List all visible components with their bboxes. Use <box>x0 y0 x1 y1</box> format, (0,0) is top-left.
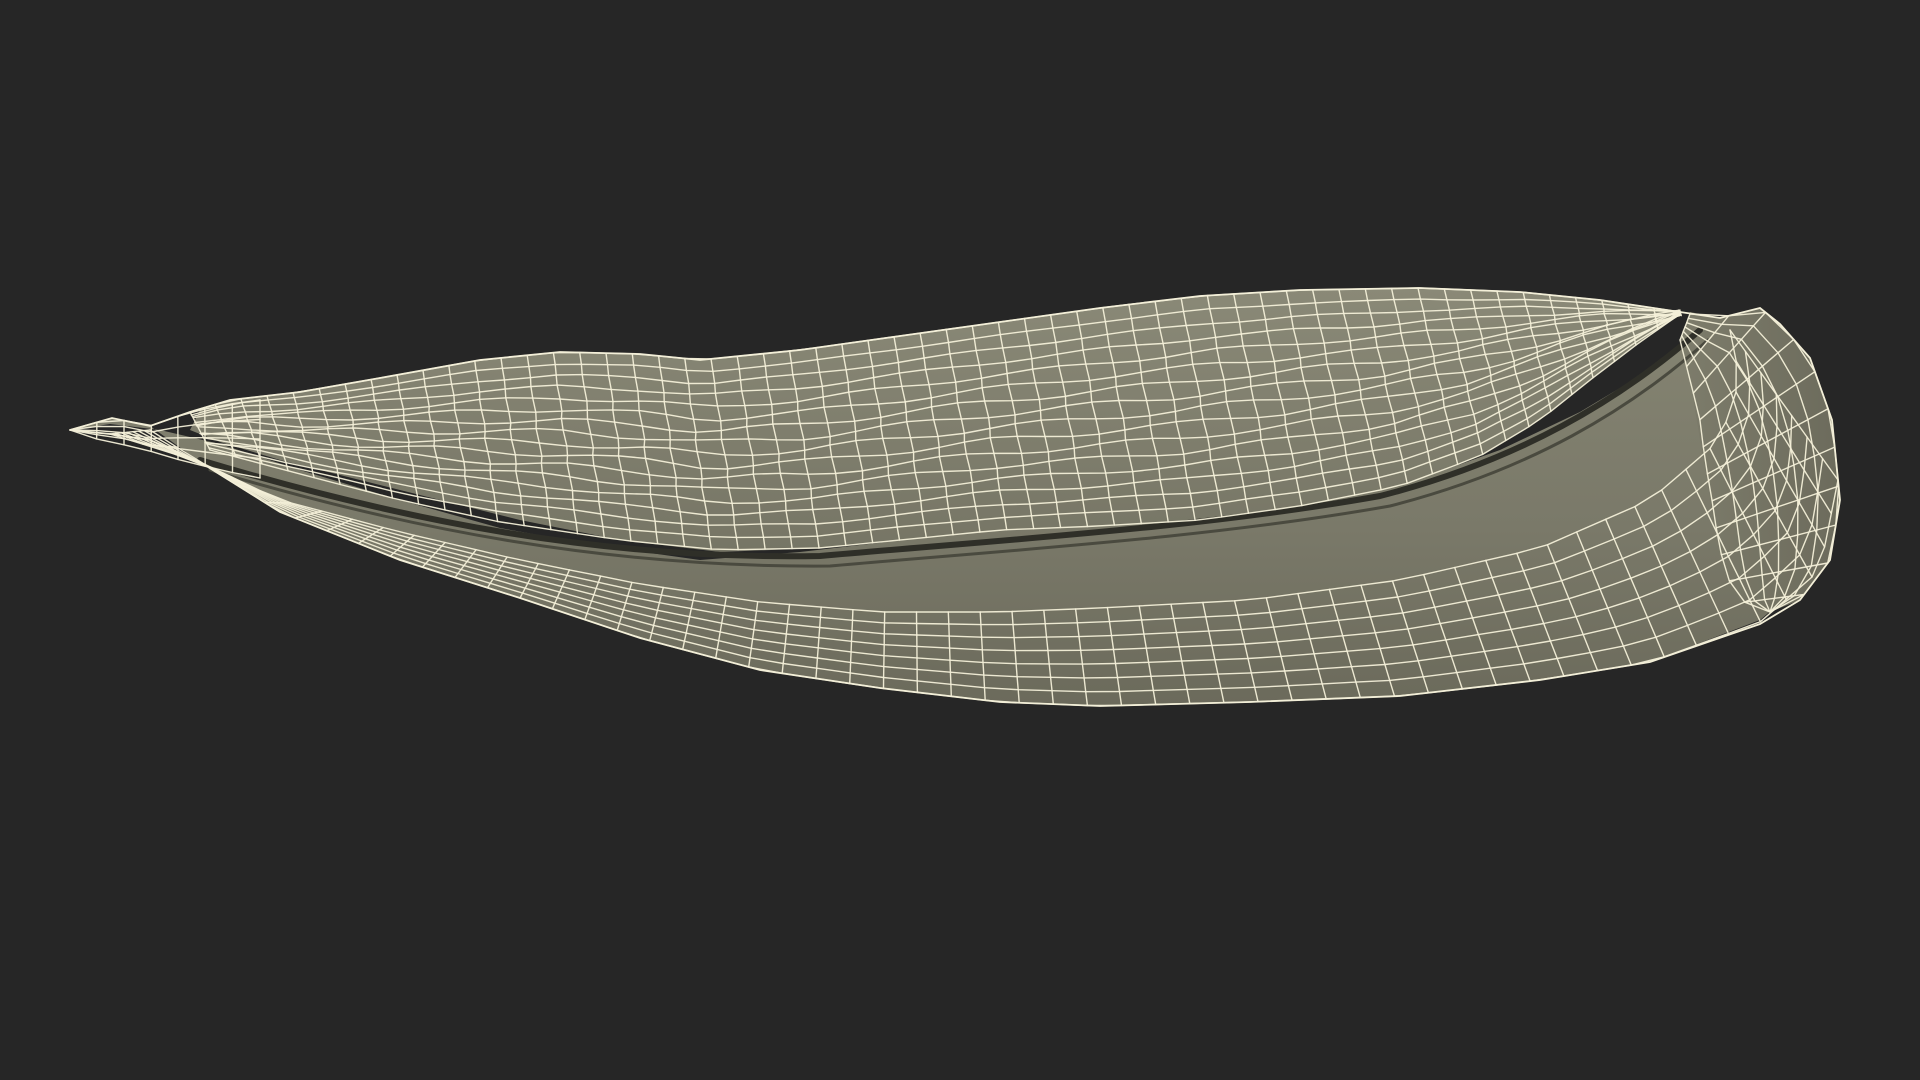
oyster-mesh-model <box>69 287 1841 707</box>
body-segment-line <box>915 611 919 694</box>
3d-viewport[interactable] <box>0 0 1920 1080</box>
